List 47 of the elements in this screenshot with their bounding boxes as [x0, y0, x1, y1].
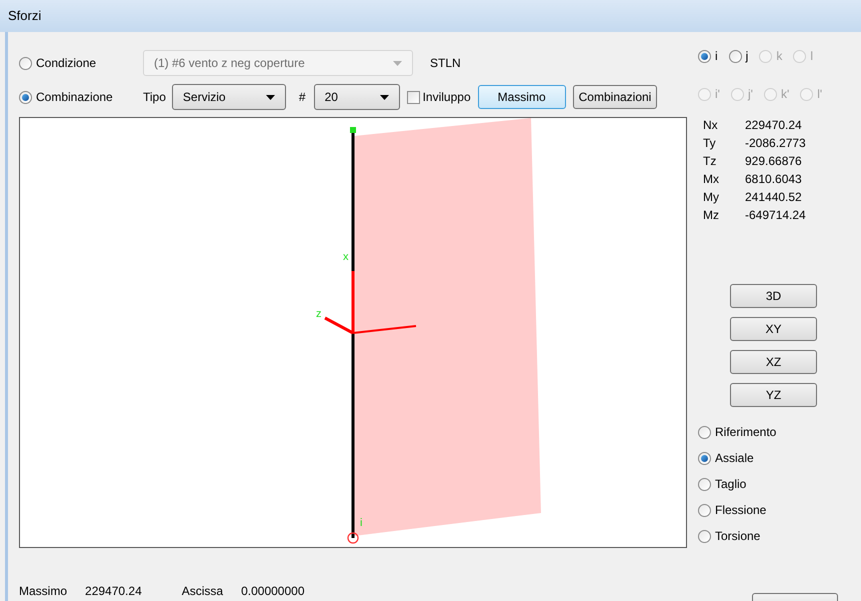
- checkbox-label: Inviluppo: [422, 89, 471, 106]
- axis-label: x: [343, 251, 348, 263]
- view-button[interactable]: 3D: [730, 284, 817, 308]
- force-value: 929.66876: [745, 153, 802, 170]
- force-name: My: [703, 189, 720, 206]
- force-name: Nx: [703, 117, 719, 134]
- axis-label: i: [360, 517, 362, 529]
- action-button[interactable]: Combinazioni: [572, 85, 658, 109]
- node-label: k: [776, 48, 782, 65]
- node-label: l: [810, 48, 814, 65]
- force-name: Tz: [703, 153, 718, 170]
- status-label: Massimo: [19, 583, 68, 600]
- force-name: Mz: [703, 207, 720, 224]
- node-label: k': [780, 86, 790, 103]
- radio-label: Riferimento: [715, 424, 776, 441]
- radio-label: Condizione: [36, 55, 96, 72]
- type-label: Tipo: [143, 89, 166, 106]
- radio-label: Assiale: [715, 450, 754, 467]
- view-button[interactable]: XZ: [730, 350, 817, 374]
- status-value: 0.00000000: [241, 583, 304, 600]
- force-value: -649714.24: [745, 207, 806, 224]
- view-button[interactable]: XY: [730, 317, 817, 341]
- status-label: Ascissa: [182, 583, 224, 600]
- radio-label: Flessione: [715, 502, 766, 519]
- node-label: l': [817, 86, 822, 103]
- node-label: i': [715, 86, 720, 103]
- radio-label: Torsione: [715, 528, 760, 545]
- force-name: Ty: [703, 135, 717, 152]
- node-label: j: [746, 48, 748, 65]
- force-value: 241440.52: [745, 189, 802, 206]
- number-label: #: [298, 89, 306, 106]
- force-value: 229470.24: [745, 117, 802, 134]
- radio-label: Combinazione: [36, 89, 113, 106]
- action-button[interactable]: Massimo: [478, 85, 566, 109]
- number-dropdown[interactable]: 20: [314, 84, 400, 110]
- axis-label: z: [316, 308, 322, 320]
- node-label: i: [715, 48, 718, 65]
- force-value: 6810.6043: [745, 171, 802, 188]
- status-value: 229470.24: [85, 583, 142, 600]
- window-title: Sforzi: [8, 7, 42, 26]
- radio-label: Taglio: [715, 476, 746, 493]
- element-label: STLN: [430, 55, 461, 72]
- force-value: -2086.2773: [745, 135, 806, 152]
- view-button[interactable]: YZ: [730, 383, 817, 407]
- type-dropdown[interactable]: Servizio: [172, 84, 286, 110]
- node-label: j': [748, 86, 753, 103]
- force-name: Mx: [703, 171, 720, 188]
